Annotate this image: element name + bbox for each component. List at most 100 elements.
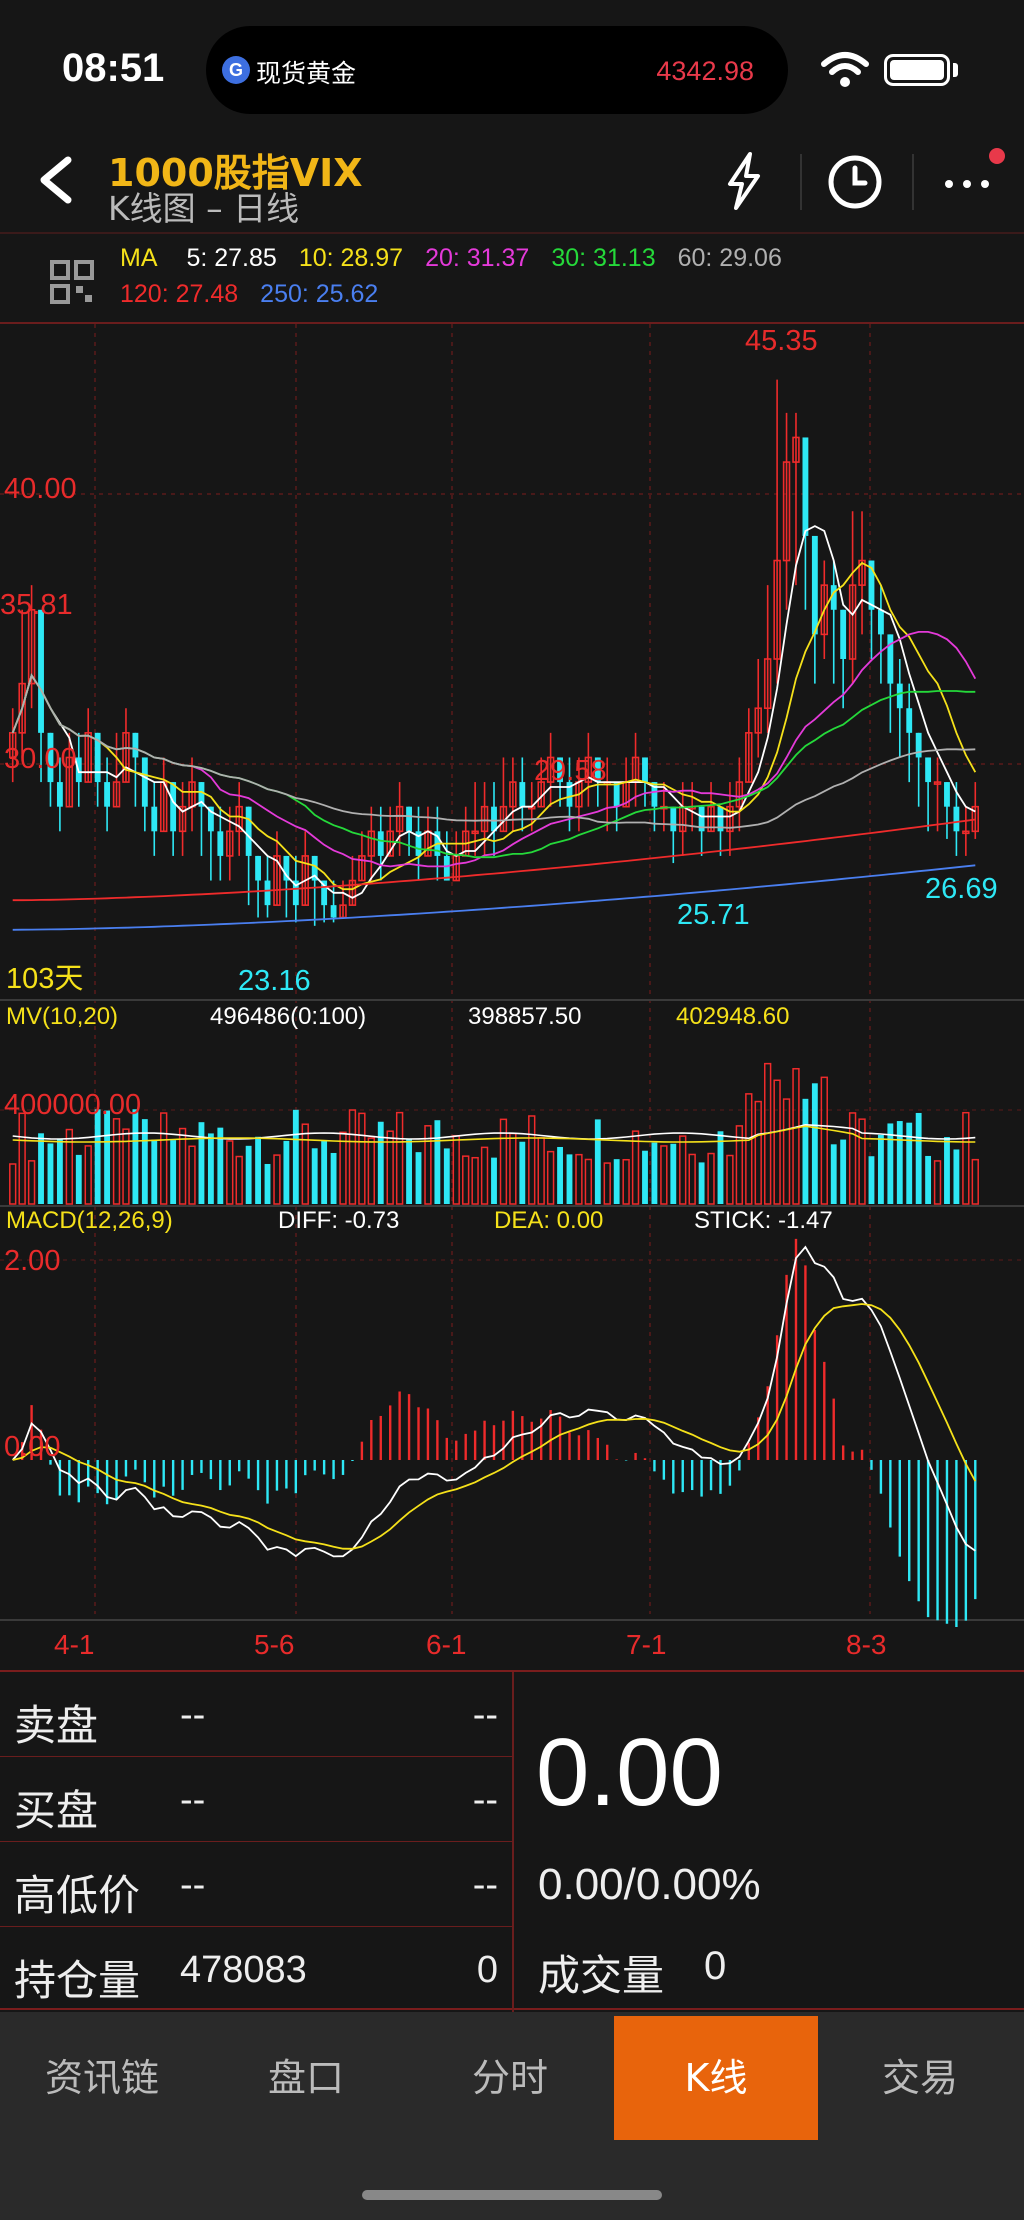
ma-legend-row: MA 5: 27.85 10: 28.97 20: 31.37 30: 31.13 60… xyxy=(120,244,804,273)
macd-axis-label: 2.00 xyxy=(4,1245,60,1277)
battery-icon xyxy=(884,54,950,86)
volume-bar xyxy=(915,1112,922,1204)
volume-bar xyxy=(782,1098,791,1205)
qr-code-icon[interactable] xyxy=(50,260,94,304)
low-price-label: 23.16 xyxy=(238,965,311,997)
volume-bar xyxy=(56,1139,63,1204)
y-axis-label: 40.00 xyxy=(4,473,77,505)
lightning-icon[interactable] xyxy=(708,146,778,216)
high-value: -- xyxy=(180,1864,206,1906)
volume-bar xyxy=(245,1145,252,1204)
ma-legend: MA 5: 27.85 10: 28.97 20: 31.37 30: 31.13 60… xyxy=(0,232,1024,324)
volume-bar xyxy=(660,1145,668,1205)
x-axis-label: 8-3 xyxy=(846,1629,886,1660)
home-indicator xyxy=(362,2190,662,2200)
candle-body xyxy=(887,634,894,684)
volume-bar xyxy=(868,1156,875,1204)
volume-bar xyxy=(480,1146,489,1205)
volume-value: 0 xyxy=(704,1944,727,1988)
macd-title: MACD(12,26,9) xyxy=(6,1207,173,1234)
volume-bar xyxy=(367,1137,375,1205)
volume-bar xyxy=(971,1158,979,1205)
volume-bar xyxy=(802,1098,809,1204)
high-low-label: 高低价 xyxy=(14,1871,141,1920)
candle-body xyxy=(141,757,148,807)
volume-bar xyxy=(707,1152,715,1205)
volume-bar xyxy=(311,1148,318,1204)
volume-bar xyxy=(877,1134,884,1204)
volume-label: 成交量 xyxy=(538,1951,665,2000)
open-interest-row: 持仓量 478083 0 xyxy=(0,1927,512,2012)
tab-trade[interactable]: 交易 xyxy=(818,2016,1022,2140)
volume-bar xyxy=(188,1145,196,1205)
buy-row[interactable]: 买盘 -- -- xyxy=(0,1757,512,1842)
volume-bar xyxy=(226,1140,234,1205)
volume-bar xyxy=(132,1109,139,1204)
volume-bar xyxy=(670,1143,677,1204)
candle-body xyxy=(613,782,620,807)
candle-body xyxy=(925,757,932,783)
tab-intraday[interactable]: 分时 xyxy=(408,2016,612,2140)
volume-bar xyxy=(47,1143,54,1204)
volume-bar xyxy=(528,1115,536,1205)
volume-ma10: 398857.50 xyxy=(468,1003,581,1030)
volume-bar xyxy=(198,1122,205,1204)
candle-body xyxy=(491,806,497,832)
candle-body xyxy=(840,609,847,659)
tab-kline[interactable]: K线 xyxy=(614,2016,818,2140)
candle-body xyxy=(670,806,677,832)
sell-qty: -- xyxy=(472,1694,498,1736)
macd-dea: DEA: 0.00 xyxy=(494,1207,603,1234)
high-low-row: 高低价 -- -- xyxy=(0,1842,512,1927)
volume-bar xyxy=(575,1153,583,1205)
ticker-name: 现货黄金 xyxy=(256,59,357,88)
volume-bar xyxy=(330,1152,337,1204)
volume-bar xyxy=(235,1155,243,1205)
y-axis-label: 30.00 xyxy=(4,743,77,775)
volume-bar xyxy=(348,1109,357,1205)
volume-bar xyxy=(491,1157,497,1204)
volume-bar xyxy=(151,1139,158,1204)
ma-legend-item: 30: 31.13 xyxy=(551,244,656,272)
x-axis-label: 5-6 xyxy=(254,1629,294,1660)
volume-bar xyxy=(94,1109,101,1204)
macd-stick: STICK: -1.47 xyxy=(694,1207,833,1234)
volume-bar xyxy=(603,1162,611,1205)
candle-body xyxy=(811,535,818,635)
volume-bar xyxy=(434,1120,441,1204)
buy-price: -- xyxy=(180,1779,206,1821)
bottom-tab-bar: 资讯链 盘口 分时 K线 交易 xyxy=(0,2012,1024,2220)
tab-quote[interactable]: 盘口 xyxy=(204,2016,408,2140)
volume-bar xyxy=(75,1154,82,1204)
volume-bar xyxy=(848,1112,857,1205)
volume-bar xyxy=(925,1155,932,1204)
back-icon[interactable] xyxy=(28,150,88,210)
volume-bar xyxy=(546,1150,555,1205)
volume-bar xyxy=(557,1146,563,1204)
tab-news[interactable]: 资讯链 xyxy=(0,2016,204,2140)
sell-row[interactable]: 卖盘 -- -- xyxy=(0,1672,512,1757)
volume-bar xyxy=(811,1083,818,1204)
volume-ma-line xyxy=(12,1125,976,1143)
low-price-label: 25.71 xyxy=(677,899,750,931)
dynamic-island-ticker[interactable]: G 现货黄金 4342.98 xyxy=(206,26,788,114)
volume-bar xyxy=(499,1118,508,1205)
volume-bars xyxy=(9,1062,979,1205)
volume-bar xyxy=(519,1141,526,1204)
volume-bar xyxy=(452,1134,460,1205)
clock-icon[interactable] xyxy=(820,146,890,216)
page-subtitle[interactable]: K线图 – 日线 xyxy=(108,182,299,230)
price-change: 0.00/0.00% xyxy=(538,1860,761,1909)
volume-bar xyxy=(726,1154,734,1205)
macd-series xyxy=(12,1238,977,1628)
volume-bar xyxy=(65,1128,74,1205)
volume-bar xyxy=(122,1128,130,1205)
volume-bar xyxy=(651,1142,658,1204)
volume-bar xyxy=(424,1125,432,1205)
k-line-chart[interactable]: 40.00 35.81 30.00 45.35 29.58 23.16 25.7… xyxy=(0,324,1024,1670)
candle-body xyxy=(953,806,960,832)
candle-body xyxy=(519,782,526,807)
volume-bar xyxy=(594,1119,601,1204)
last-price-label: 26.69 xyxy=(925,873,998,905)
buy-qty: -- xyxy=(472,1779,498,1821)
